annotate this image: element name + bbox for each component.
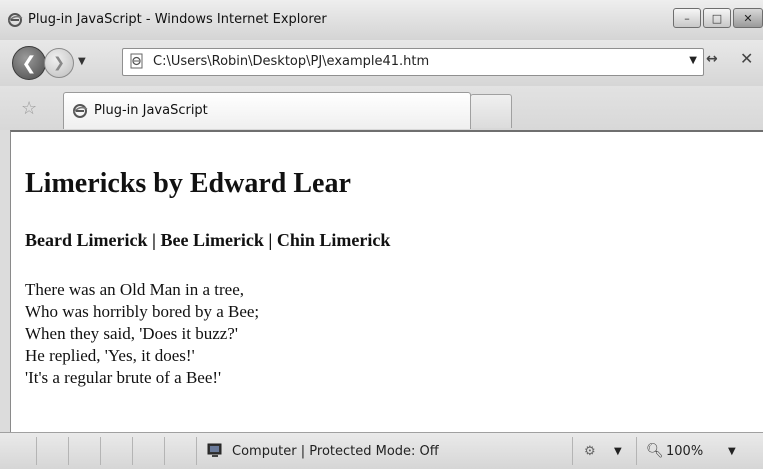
refresh-icon[interactable]: ↔ bbox=[706, 51, 718, 67]
status-divider bbox=[164, 437, 165, 465]
poem-line: There was an Old Man in a tree, bbox=[25, 280, 245, 299]
status-divider bbox=[132, 437, 133, 465]
zoom-level[interactable]: 100% bbox=[666, 444, 703, 459]
favorites-star-icon[interactable]: ☆ bbox=[21, 98, 37, 119]
window-controls: – □ ✕ bbox=[673, 8, 763, 28]
poem-line: When they said, 'Does it buzz?' bbox=[25, 324, 238, 343]
limerick-links: Beard Limerick | Bee Limerick | Chin Lim… bbox=[25, 230, 390, 251]
page-icon bbox=[130, 53, 143, 69]
link-bee-limerick[interactable]: Bee Limerick bbox=[160, 230, 263, 250]
forward-button[interactable]: ❯ bbox=[44, 48, 74, 78]
link-separator: | bbox=[147, 230, 161, 250]
title-bar: Plug-in JavaScript - Windows Internet Ex… bbox=[0, 0, 763, 40]
address-bar[interactable]: C:\Users\Robin\Desktop\PJ\example41.htm … bbox=[122, 48, 704, 76]
address-url[interactable]: C:\Users\Robin\Desktop\PJ\example41.htm bbox=[153, 54, 429, 69]
status-divider bbox=[636, 437, 637, 465]
security-dropdown-icon[interactable]: ▼ bbox=[614, 446, 622, 457]
security-zone-text: Computer | Protected Mode: Off bbox=[232, 444, 439, 459]
ie-page-icon bbox=[73, 104, 88, 118]
poem-line: 'It's a regular brute of a Bee!' bbox=[25, 368, 222, 387]
security-status-icon[interactable]: ⚙ bbox=[584, 444, 596, 459]
address-dropdown-icon[interactable]: ▼ bbox=[689, 55, 697, 66]
status-divider bbox=[36, 437, 37, 465]
tab-plug-in-javascript[interactable]: Plug-in JavaScript bbox=[63, 92, 471, 129]
history-dropdown-icon[interactable]: ▼ bbox=[78, 56, 86, 67]
link-separator: | bbox=[263, 230, 277, 250]
status-bar: Computer | Protected Mode: Off ⚙ ▼ 🔍︎ 10… bbox=[0, 432, 763, 469]
tab-bar: ☆ Plug-in JavaScript bbox=[0, 86, 763, 130]
navigation-bar: ❮ ❯ ▼ C:\Users\Robin\Desktop\PJ\example4… bbox=[0, 40, 763, 86]
browser-window: Plug-in JavaScript - Windows Internet Ex… bbox=[0, 0, 763, 469]
zoom-dropdown-icon[interactable]: ▼ bbox=[728, 446, 736, 457]
page-heading: Limericks by Edward Lear bbox=[25, 168, 351, 199]
status-divider bbox=[196, 437, 197, 465]
maximize-button[interactable]: □ bbox=[703, 8, 731, 28]
limerick-text: There was an Old Man in a tree, Who was … bbox=[25, 279, 259, 389]
computer-icon bbox=[207, 443, 222, 457]
stop-icon[interactable]: ✕ bbox=[740, 49, 753, 68]
poem-line: He replied, 'Yes, it does!' bbox=[25, 346, 195, 365]
status-divider bbox=[100, 437, 101, 465]
link-beard-limerick[interactable]: Beard Limerick bbox=[25, 230, 147, 250]
tab-label: Plug-in JavaScript bbox=[94, 103, 208, 118]
status-divider bbox=[572, 437, 573, 465]
minimize-button[interactable]: – bbox=[673, 8, 701, 28]
back-button[interactable]: ❮ bbox=[12, 46, 46, 80]
poem-line: Who was horribly bored by a Bee; bbox=[25, 302, 260, 321]
window-title: Plug-in JavaScript - Windows Internet Ex… bbox=[28, 12, 327, 27]
status-divider bbox=[68, 437, 69, 465]
zoom-magnifier-icon[interactable]: 🔍︎ bbox=[646, 443, 664, 459]
close-button[interactable]: ✕ bbox=[733, 8, 763, 28]
page-content: Limericks by Edward Lear Beard Limerick … bbox=[10, 130, 763, 434]
new-tab-button[interactable] bbox=[470, 94, 512, 128]
ie-logo-icon bbox=[8, 13, 23, 27]
link-chin-limerick[interactable]: Chin Limerick bbox=[277, 230, 391, 250]
